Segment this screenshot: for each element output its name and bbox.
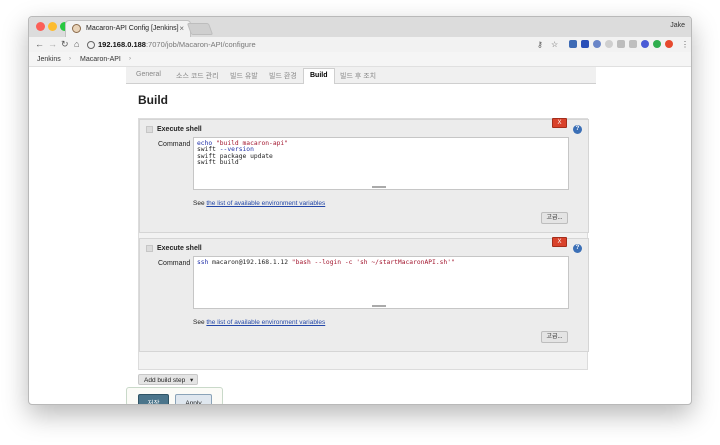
title-bar: Macaron-API Config [Jenkins] × Jake [29, 17, 691, 37]
command-label: Command [158, 141, 191, 148]
extension-icon[interactable] [641, 40, 649, 48]
forward-icon[interactable]: → [48, 39, 57, 50]
profile-name[interactable]: Jake [670, 22, 685, 29]
info-icon[interactable] [87, 41, 95, 49]
help-icon[interactable]: ? [573, 125, 582, 134]
extension-icon[interactable] [605, 40, 613, 48]
tab-title: Macaron-API Config [Jenkins] [86, 25, 179, 32]
tab-post-build[interactable]: 빌드 후 조치 [340, 71, 376, 81]
apply-button[interactable]: Apply [175, 394, 212, 404]
breadcrumb-separator: › [129, 56, 131, 62]
new-tab-button[interactable] [186, 23, 214, 35]
advanced-button[interactable]: 고급... [541, 331, 568, 343]
minimize-window-button[interactable] [48, 22, 57, 31]
env-vars-link[interactable]: the list of available environment variab… [206, 319, 325, 326]
tab-build[interactable]: Build [303, 68, 335, 84]
address-bar[interactable]: 192.168.0.188:7070/job/Macaron-API/confi… [86, 39, 586, 51]
extension-icon[interactable] [629, 40, 637, 48]
delete-step-button[interactable]: X [552, 118, 567, 128]
home-icon[interactable]: ⌂ [74, 39, 79, 50]
tab-general[interactable]: General [136, 71, 161, 78]
extension-icon[interactable] [569, 40, 577, 48]
browser-tab[interactable]: Macaron-API Config [Jenkins] × [65, 20, 191, 37]
command-textarea[interactable]: echo "build macaron-api" swift --version… [193, 137, 569, 190]
add-build-step-button[interactable]: Add build step ▾ [138, 374, 198, 385]
tab-build-triggers[interactable]: 빌드 유발 [230, 71, 258, 81]
build-step: Execute shell X ? Command echo "build ma… [139, 118, 589, 233]
close-window-button[interactable] [36, 22, 45, 31]
extension-icon[interactable] [593, 40, 601, 48]
resize-grip-icon[interactable] [372, 305, 386, 307]
extension-icon[interactable] [617, 40, 625, 48]
step-title: Execute shell [157, 245, 202, 252]
url-host: 192.168.0.188 [98, 40, 146, 49]
breadcrumb-separator: › [69, 56, 71, 62]
advanced-button[interactable]: 고급... [541, 212, 568, 224]
build-step: Execute shell X ? Command ssh macaron@19… [139, 237, 589, 352]
command-label: Command [158, 260, 191, 267]
env-vars-note: See the list of available environment va… [193, 200, 325, 207]
step-title: Execute shell [157, 126, 202, 133]
drag-handle-icon[interactable] [146, 245, 153, 252]
add-build-step-label: Add build step [144, 377, 186, 384]
chevron-down-icon: ▾ [190, 377, 194, 384]
save-button[interactable]: 저장 [138, 394, 169, 404]
back-icon[interactable]: ← [35, 39, 44, 50]
section-title: Build [138, 93, 168, 107]
extension-icon[interactable] [581, 40, 589, 48]
see-prefix: See [193, 319, 207, 326]
jenkins-favicon-icon [72, 24, 81, 33]
resize-grip-icon[interactable] [372, 186, 386, 188]
see-prefix: See [193, 200, 207, 207]
command-textarea[interactable]: ssh macaron@192.168.1.12 "bash --login -… [193, 256, 569, 309]
key-icon[interactable]: ⚷ [537, 39, 543, 50]
browser-toolbar: ← → ↻ ⌂ 192.168.0.188:7070/job/Macaron-A… [29, 37, 691, 52]
tab-source-code[interactable]: 소스 코드 관리 [176, 71, 219, 81]
url-path: :7070/job/Macaron-API/configure [145, 40, 256, 49]
breadcrumb-item-jenkins[interactable]: Jenkins [37, 56, 61, 63]
extension-icon[interactable] [665, 40, 673, 48]
breadcrumb-item-job[interactable]: Macaron-API [80, 56, 121, 63]
extension-icon[interactable] [653, 40, 661, 48]
env-vars-note: See the list of available environment va… [193, 319, 325, 326]
tab-build-environment[interactable]: 빌드 환경 [269, 71, 297, 81]
breadcrumb: Jenkins › Macaron-API › [29, 52, 691, 67]
reload-icon[interactable]: ↻ [61, 39, 69, 50]
config-tabs: General 소스 코드 관리 빌드 유발 빌드 환경 Build 빌드 후 … [126, 67, 596, 84]
bookmark-star-icon[interactable]: ☆ [551, 39, 558, 50]
configure-content: General 소스 코드 관리 빌드 유발 빌드 환경 Build 빌드 후 … [126, 67, 596, 404]
drag-handle-icon[interactable] [146, 126, 153, 133]
tab-close-icon[interactable]: × [179, 24, 184, 33]
env-vars-link[interactable]: the list of available environment variab… [206, 200, 325, 207]
build-steps-container: Execute shell X ? Command echo "build ma… [138, 118, 589, 370]
menu-icon[interactable]: ⋮ [681, 39, 689, 50]
browser-window: Macaron-API Config [Jenkins] × Jake ← → … [28, 16, 692, 405]
delete-step-button[interactable]: X [552, 237, 567, 247]
help-icon[interactable]: ? [573, 244, 582, 253]
